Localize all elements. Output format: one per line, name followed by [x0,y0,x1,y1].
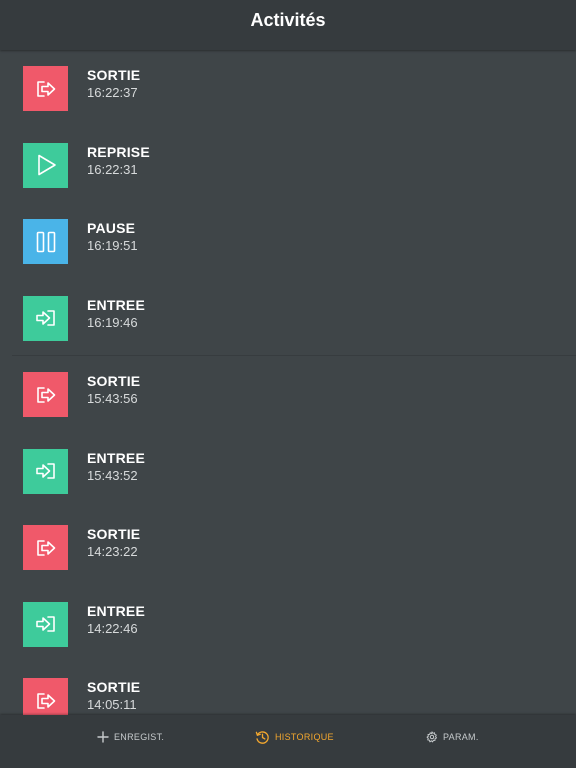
activity-label: ENTREE [87,296,145,313]
activity-item[interactable]: SORTIE 16:22:37 [0,50,576,126]
activity-label: PAUSE [87,220,136,236]
activity-time: 14:05:11 [87,697,137,712]
activity-label: SORTIE [87,373,141,389]
activity-list[interactable]: SORTIE 16:22:37 REPRISE 16:22:31 PAUSE 1… [0,50,576,715]
activity-type-tile [23,678,68,715]
plus-icon [97,731,109,743]
activity-type-tile [23,66,68,111]
history-icon [255,730,270,745]
activity-type-tile [23,142,68,188]
activity-time: 15:43:56 [87,391,138,406]
activity-type-tile [23,372,68,417]
tab-label: HISTORIQUE [275,732,334,742]
tab-parametres[interactable]: PARAM. [426,727,479,747]
activity-label: SORTIE [87,67,141,83]
activity-type-tile [23,525,68,570]
activity-item[interactable]: ENTREE 14:22:46 [0,586,576,662]
activity-item[interactable]: ENTREE 16:19:46 [0,280,576,356]
enter-arrow-icon [33,305,59,331]
activity-item[interactable]: SORTIE 14:23:22 [0,509,576,585]
tab-historique[interactable]: HISTORIQUE [255,727,334,747]
activity-item[interactable]: SORTIE 15:43:56 [0,356,576,432]
activity-type-tile [23,219,68,264]
enter-arrow-icon [33,611,59,637]
page-title: Activités [250,10,326,30]
tab-label: ENREGIST. [114,732,165,742]
exit-arrow-icon [33,688,59,714]
play-icon [33,152,59,178]
exit-arrow-icon [33,382,59,408]
exit-arrow-icon [33,76,59,102]
pause-icon [33,229,59,255]
gear-icon [426,731,438,743]
activity-label: ENTREE [87,449,145,466]
bottom-tab-bar: ENREGIST. HISTORIQUE PARAM. [0,715,576,768]
enter-arrow-icon [33,458,59,484]
activity-time: 16:22:37 [87,85,138,100]
exit-arrow-icon [33,535,59,561]
activity-type-tile [23,601,68,647]
tab-enregistrer[interactable]: ENREGIST. [97,727,164,747]
app: Activités SORTIE 16:22:37 REPRISE 16:22:… [0,0,576,768]
activity-item[interactable]: PAUSE 16:19:51 [0,203,576,279]
activity-time: 16:19:51 [87,238,138,253]
activity-time: 14:22:46 [87,620,138,636]
tab-label: PARAM. [443,732,479,742]
activity-item[interactable]: SORTIE 14:05:11 [0,662,576,715]
activity-item[interactable]: REPRISE 16:22:31 [0,127,576,203]
activity-item[interactable]: ENTREE 15:43:52 [0,433,576,509]
activity-time: 16:22:31 [87,161,138,177]
activity-time: 15:43:52 [87,467,138,483]
activity-label: ENTREE [87,602,145,619]
activity-type-tile [23,295,68,341]
activity-type-tile [23,448,68,494]
activity-time: 14:23:22 [87,544,138,559]
activity-label: REPRISE [87,143,150,160]
activity-label: SORTIE [87,679,141,695]
activity-time: 16:19:46 [87,314,138,330]
activity-label: SORTIE [87,526,141,542]
header-bar: Activités [0,0,576,50]
